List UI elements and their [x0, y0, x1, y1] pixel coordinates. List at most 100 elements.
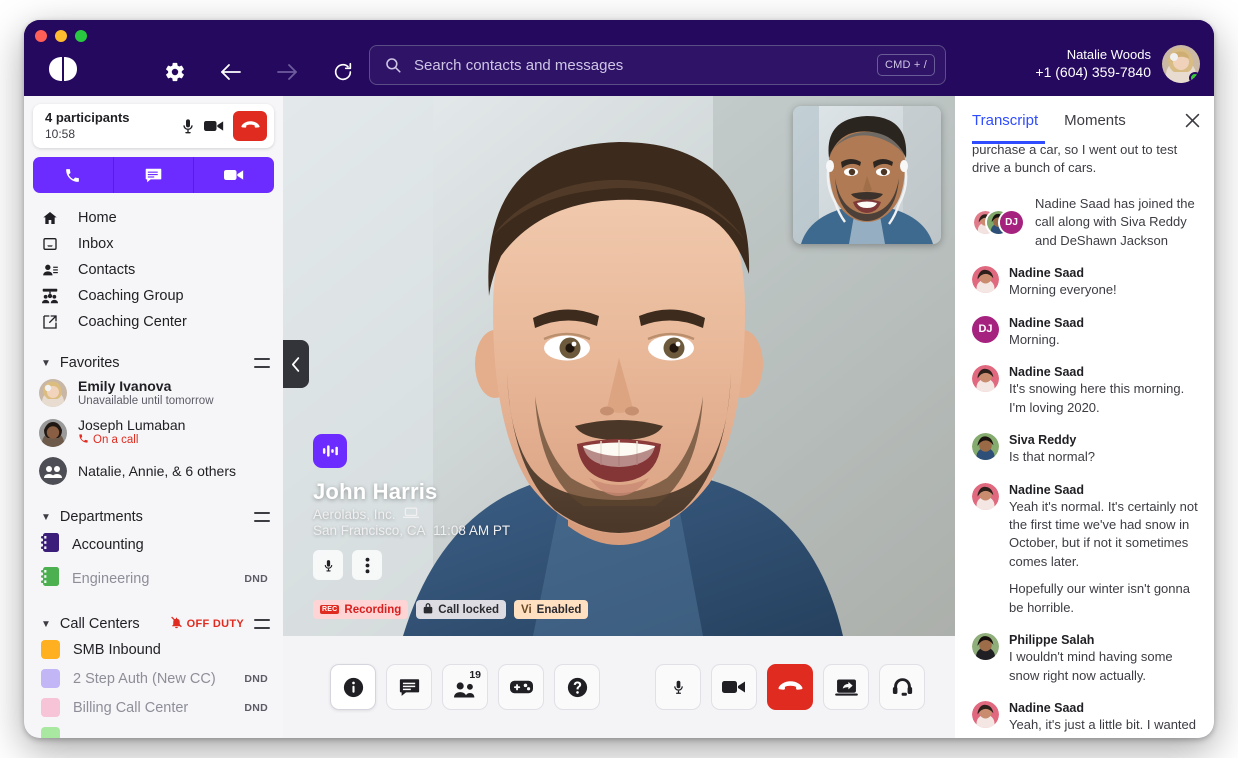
user-profile[interactable]: Natalie Woods +1 (604) 359-7840 — [1035, 45, 1200, 83]
close-window-button[interactable] — [35, 30, 47, 42]
user-avatar[interactable] — [1162, 45, 1200, 83]
call-center-label: Billing Call Center — [73, 700, 231, 716]
call-control-bar: 19 — [283, 636, 955, 738]
transcript-list[interactable]: purchase a car, so I went out to test dr… — [955, 141, 1214, 738]
sidebar-item-home[interactable]: Home — [24, 205, 283, 231]
message-body: Nadine Saad It's snowing here this morni… — [1009, 365, 1200, 417]
call-center-smb-inbound[interactable]: SMB Inbound — [24, 635, 283, 664]
sidebar: 4 participants 10:58 — [24, 96, 283, 738]
more-vertical-icon[interactable] — [352, 550, 382, 580]
call-center-label: 2 Step Auth (New CC) — [73, 671, 231, 687]
video-button[interactable] — [711, 664, 757, 710]
sidebar-item-contacts[interactable]: Contacts — [24, 257, 283, 283]
user-name: Natalie Woods — [1035, 46, 1151, 64]
laptop-icon — [403, 507, 419, 522]
minimize-window-button[interactable] — [55, 30, 67, 42]
caller-location: San Francisco, CA — [313, 523, 426, 538]
participants-button[interactable]: 19 — [442, 664, 488, 710]
favorite-group[interactable]: Natalie, Annie, & 6 others — [24, 453, 283, 489]
self-view-thumbnail[interactable] — [793, 106, 941, 244]
card-video-icon[interactable] — [201, 113, 227, 139]
avatar-stack: DJ — [972, 209, 1025, 236]
sidebar-collapse-handle[interactable] — [283, 340, 309, 388]
sidebar-item-coaching-group[interactable]: Coaching Group — [24, 283, 283, 309]
mute-participant-icon[interactable] — [313, 550, 343, 580]
contact-body: Joseph Lumaban On a call — [78, 417, 270, 450]
card-mic-icon[interactable] — [175, 113, 201, 139]
recording-pill: REC Recording — [313, 600, 408, 619]
end-call-button[interactable] — [767, 664, 813, 710]
transcript-message: Siva Reddy Is that normal? — [972, 433, 1200, 466]
quick-action-video[interactable] — [194, 157, 274, 193]
speaker-name: Nadine Saad — [1009, 365, 1200, 379]
tab-transcript[interactable]: Transcript — [972, 97, 1038, 144]
mic-icon — [671, 677, 686, 697]
department-engineering[interactable]: Engineering DND — [24, 562, 283, 596]
call-info-button[interactable] — [330, 664, 376, 710]
close-panel-icon[interactable] — [1184, 112, 1201, 129]
global-search[interactable]: CMD + / — [369, 45, 946, 85]
video-stage[interactable]: John Harris Aerolabs, Inc. San Francisco… — [283, 96, 955, 636]
sidebar-item-label: Contacts — [78, 262, 135, 278]
initials-text: DJ — [972, 316, 999, 343]
contact-name: Natalie, Annie, & 6 others — [78, 463, 270, 480]
sidebar-item-label: Coaching Group — [78, 288, 184, 304]
contact-status: On a call — [78, 433, 270, 449]
transcript-message: Nadine Saad Yeah, it's just a little bit… — [972, 701, 1200, 738]
mute-button[interactable] — [655, 664, 701, 710]
avatar — [972, 483, 999, 510]
drag-handle-icon[interactable] — [254, 512, 270, 522]
participants-count-badge: 19 — [469, 669, 481, 681]
call-center-2-step-auth[interactable]: 2 Step Auth (New CC) DND — [24, 664, 283, 693]
off-duty-label: OFF DUTY — [187, 618, 244, 630]
topbar-icon-group — [159, 56, 359, 88]
message-body: Siva Reddy Is that normal? — [1009, 433, 1200, 466]
control-group-left: 19 — [330, 664, 600, 710]
message-body: Nadine Saad Yeah, it's just a little bit… — [1009, 701, 1200, 738]
quick-action-message[interactable] — [114, 157, 195, 193]
maximize-window-button[interactable] — [75, 30, 87, 42]
speaker-name: Nadine Saad — [1009, 316, 1200, 330]
message-body: Nadine Saad Morning. — [1009, 316, 1200, 349]
quick-action-call[interactable] — [33, 157, 114, 193]
audio-device-button[interactable] — [879, 664, 925, 710]
color-swatch — [41, 669, 60, 688]
forward-arrow-icon[interactable] — [271, 56, 303, 88]
search-shortcut-hint: CMD + / — [877, 54, 935, 76]
card-hangup-button[interactable] — [233, 111, 267, 141]
help-button[interactable] — [554, 664, 600, 710]
vi-enabled-label: Enabled — [537, 604, 582, 616]
app-window: CMD + / Natalie Woods +1 (604) 359-7840 — [24, 20, 1214, 738]
department-icon — [41, 533, 59, 557]
drag-handle-icon[interactable] — [254, 619, 270, 629]
add-participant-button[interactable] — [498, 664, 544, 710]
transcript-message: Nadine Saad Morning everyone! — [972, 266, 1200, 299]
call-center-status: DND — [244, 673, 268, 685]
back-arrow-icon[interactable] — [215, 56, 247, 88]
active-call-card[interactable]: 4 participants 10:58 — [33, 104, 274, 148]
home-icon — [39, 210, 61, 226]
favorite-emily-ivanova[interactable]: Emily Ivanova Unavailable until tomorrow — [24, 374, 283, 413]
call-centers-section-header[interactable]: ▼ Call Centers OFF DUTY — [24, 613, 283, 635]
department-accounting[interactable]: Accounting — [24, 528, 283, 562]
search-input[interactable] — [414, 57, 877, 74]
inbox-icon — [39, 236, 61, 252]
call-center-partial[interactable] — [24, 722, 283, 738]
departments-section-header[interactable]: ▼ Departments — [24, 506, 283, 528]
off-duty-badge[interactable]: OFF DUTY — [170, 616, 244, 632]
coaching-center-icon — [39, 314, 61, 330]
reload-icon[interactable] — [327, 56, 359, 88]
favorites-section-header[interactable]: ▼ Favorites — [24, 352, 283, 374]
caller-name: John Harris — [313, 479, 510, 505]
hangup-icon — [778, 680, 803, 695]
sidebar-item-inbox[interactable]: Inbox — [24, 231, 283, 257]
settings-gear-icon[interactable] — [159, 56, 191, 88]
share-screen-button[interactable] — [823, 664, 869, 710]
favorite-joseph-lumaban[interactable]: Joseph Lumaban On a call — [24, 413, 283, 454]
chat-button[interactable] — [386, 664, 432, 710]
drag-handle-icon[interactable] — [254, 358, 270, 368]
department-label: Accounting — [72, 537, 255, 553]
tab-moments[interactable]: Moments — [1064, 97, 1126, 144]
call-center-billing[interactable]: Billing Call Center DND — [24, 693, 283, 722]
sidebar-item-coaching-center[interactable]: Coaching Center — [24, 309, 283, 335]
